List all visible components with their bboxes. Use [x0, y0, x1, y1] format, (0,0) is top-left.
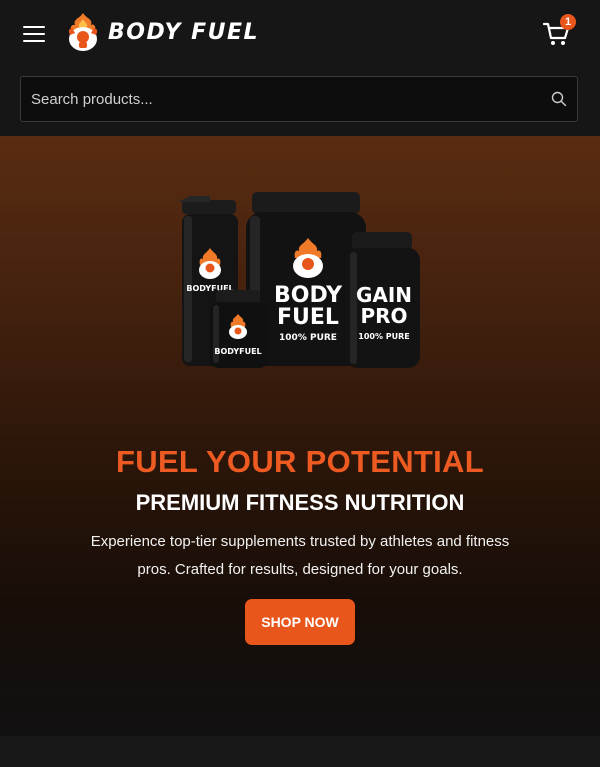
- menu-icon-bar: [23, 33, 45, 35]
- search-input[interactable]: [21, 76, 541, 122]
- gain-pro-jar: GAIN PRO 100% PURE: [346, 232, 420, 368]
- cart-button[interactable]: 1: [542, 14, 576, 48]
- hero-title: FUEL YOUR POTENTIAL: [116, 444, 484, 479]
- gain-jar-line2: PRO: [360, 304, 407, 328]
- cart-count-badge: 1: [560, 14, 576, 30]
- product-lineup-image: BODYFUEL BODY FUEL 100% PURE GAIN PRO 10…: [178, 192, 420, 368]
- menu-icon-bar: [23, 26, 45, 28]
- hero-subtitle: PREMIUM FITNESS NUTRITION: [135, 490, 465, 515]
- shop-now-button[interactable]: SHOP NOW: [245, 599, 355, 645]
- search-button[interactable]: [541, 77, 577, 121]
- flame-muscle-logo-icon: [68, 13, 98, 51]
- small-jar-label: BODYFUEL: [214, 347, 261, 356]
- site-header: BODY FUEL 1: [0, 0, 600, 136]
- brand-logo[interactable]: BODY FUEL: [64, 10, 259, 54]
- main-jar-tag: 100% PURE: [279, 333, 337, 343]
- gain-jar-tag: 100% PURE: [358, 332, 409, 341]
- brand-name: BODY FUEL: [108, 19, 260, 45]
- menu-button[interactable]: [20, 22, 48, 46]
- hero-banner: BODYFUEL BODY FUEL 100% PURE GAIN PRO 10…: [0, 136, 600, 736]
- next-section-edge: [0, 736, 600, 767]
- search-icon: [551, 91, 567, 107]
- main-jar-line2: FUEL: [277, 305, 339, 330]
- menu-icon-bar: [23, 40, 45, 42]
- search-bar: [20, 76, 578, 122]
- small-supplement-jar: BODYFUEL: [210, 290, 268, 368]
- hero-description: Experience top-tier supplements trusted …: [90, 533, 510, 578]
